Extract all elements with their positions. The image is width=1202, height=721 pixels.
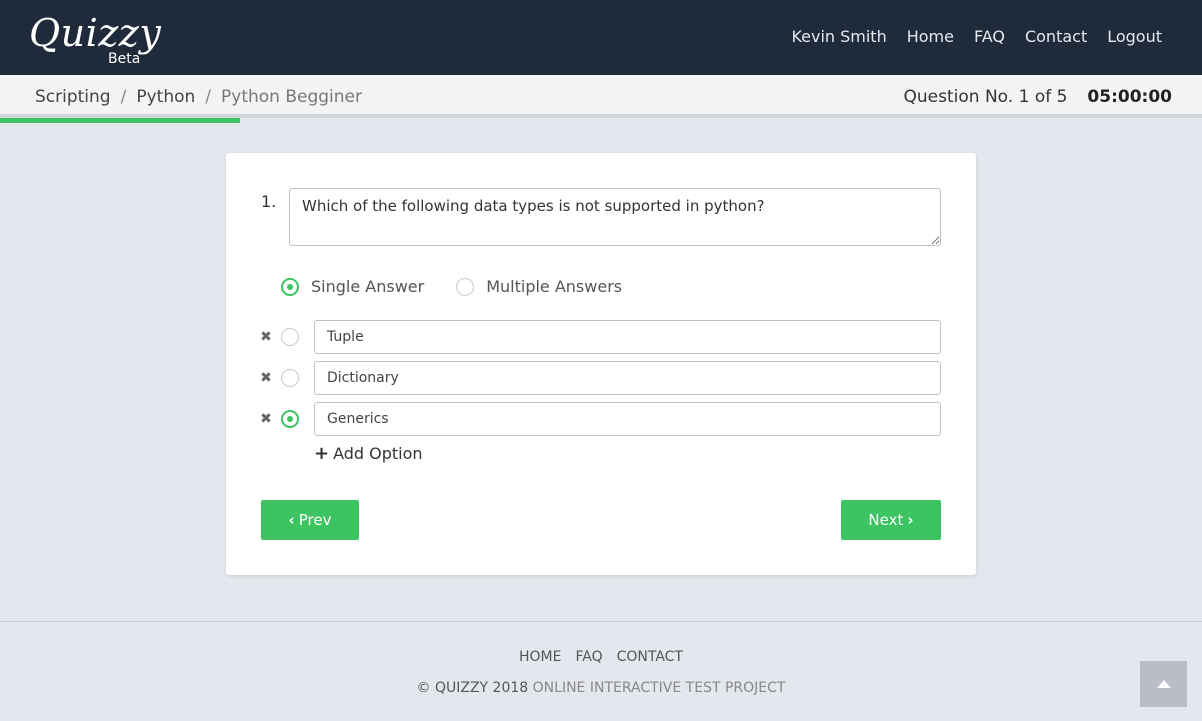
option-correct-radio[interactable] <box>281 410 299 428</box>
answer-type-selector: Single Answer Multiple Answers <box>281 277 622 296</box>
question-card: 1. Single Answer Multiple Answers ✖ ✖ ✖ … <box>226 153 976 575</box>
quiz-info: Question No. 1 of 5 05:00:00 <box>904 86 1172 108</box>
single-answer-radio[interactable] <box>281 277 299 296</box>
top-navbar: Quizzy Beta Kevin Smith Home FAQ Contact… <box>0 0 1202 75</box>
question-text-input[interactable] <box>289 188 941 246</box>
close-icon[interactable]: ✖ <box>259 370 273 386</box>
copyright-sub: ONLINE INTERACTIVE TEST PROJECT <box>532 680 786 696</box>
option-correct-radio[interactable] <box>281 369 299 387</box>
quiz-progress-bar <box>0 118 241 123</box>
nav-contact[interactable]: Contact <box>1025 26 1087 48</box>
copyright: © QUIZZY 2018 ONLINE INTERACTIVE TEST PR… <box>0 680 1202 696</box>
breadcrumb: Scripting / Python / Python Begginer <box>35 86 362 108</box>
main-nav: Kevin Smith Home FAQ Contact Logout <box>791 26 1162 48</box>
chevron-right-icon: › <box>907 511 914 529</box>
brand-logo[interactable]: Quizzy <box>29 8 161 58</box>
footer-nav: HOME FAQ CONTACT <box>0 649 1202 665</box>
nav-user[interactable]: Kevin Smith <box>791 26 886 48</box>
add-option-button[interactable]: + Add Option <box>314 444 423 463</box>
single-answer-label[interactable]: Single Answer <box>311 277 424 296</box>
breadcrumb-item-scripting[interactable]: Scripting <box>35 86 111 108</box>
breadcrumb-item-current: Python Begginer <box>221 87 362 107</box>
breadcrumb-separator: / <box>120 87 127 107</box>
nav-home[interactable]: Home <box>907 26 954 48</box>
footer-link-contact[interactable]: CONTACT <box>617 649 683 665</box>
copyright-main: © QUIZZY 2018 <box>416 680 529 696</box>
option-input[interactable] <box>314 361 941 395</box>
add-option-label: Add Option <box>333 444 423 463</box>
nav-faq[interactable]: FAQ <box>974 26 1005 48</box>
close-icon[interactable]: ✖ <box>259 329 273 345</box>
footer-link-home[interactable]: HOME <box>519 649 561 665</box>
quiz-timer: 05:00:00 <box>1087 87 1172 107</box>
footer-link-faq[interactable]: FAQ <box>575 649 602 665</box>
next-button[interactable]: Next › <box>841 500 941 540</box>
arrow-up-icon[interactable] <box>1140 661 1187 707</box>
option-row: ✖ <box>259 402 941 436</box>
multiple-answers-label[interactable]: Multiple Answers <box>486 277 622 296</box>
chevron-left-icon: ‹ <box>288 511 295 529</box>
breadcrumb-separator: / <box>205 87 212 107</box>
nav-logout[interactable]: Logout <box>1107 26 1162 48</box>
option-row: ✖ <box>259 320 941 354</box>
option-input[interactable] <box>314 320 941 354</box>
question-counter: Question No. 1 of 5 <box>903 87 1068 107</box>
option-correct-radio[interactable] <box>281 328 299 346</box>
prev-button[interactable]: ‹ Prev <box>261 500 359 540</box>
option-row: ✖ <box>259 361 941 395</box>
prev-label: Prev <box>298 511 332 529</box>
breadcrumb-item-python[interactable]: Python <box>136 86 195 108</box>
multiple-answers-radio[interactable] <box>456 277 475 296</box>
option-input[interactable] <box>314 402 941 436</box>
plus-icon: + <box>314 442 330 464</box>
footer-divider <box>0 621 1202 622</box>
close-icon[interactable]: ✖ <box>259 411 273 427</box>
question-number: 1. <box>261 192 277 211</box>
brand-tag: Beta <box>108 51 141 67</box>
next-label: Next <box>868 511 904 529</box>
